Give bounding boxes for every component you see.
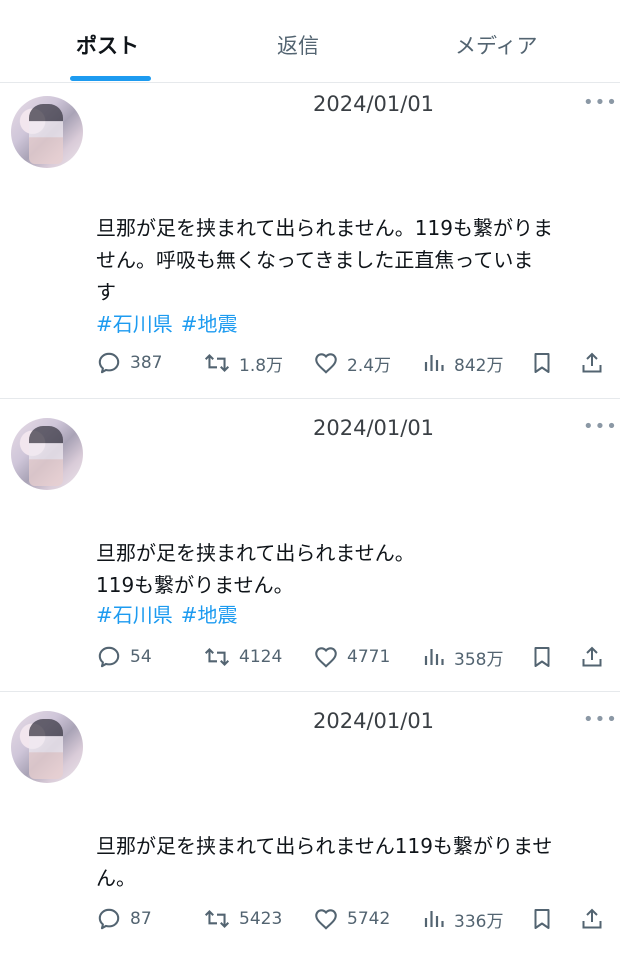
like-count: 5742 — [347, 909, 391, 929]
like-button[interactable]: 2.4万 — [313, 348, 391, 378]
views-button[interactable]: 336万 — [422, 904, 503, 934]
repost-button[interactable]: 4124 — [203, 642, 282, 672]
hashtag-link[interactable]: #地震 — [181, 603, 238, 627]
share-button[interactable] — [580, 348, 604, 378]
post-text-line: 119も繋がりません。 — [96, 573, 294, 597]
active-tab-indicator — [70, 76, 151, 81]
views-button[interactable]: 842万 — [422, 348, 503, 378]
more-icon[interactable]: ••• — [583, 416, 618, 437]
post-text-line: 旦那が足を挟まれて出られません。119も繋がりま — [96, 216, 553, 240]
post-text: 旦那が足を挟まれて出られません119も繋がりませ ん。 — [96, 830, 608, 894]
reply-button[interactable]: 54 — [96, 642, 152, 672]
more-icon[interactable]: ••• — [583, 709, 618, 730]
post-text-line: 旦那が足を挟まれて出られません119も繋がりませ — [96, 834, 553, 858]
like-count: 4771 — [347, 647, 391, 667]
repost-count: 4124 — [239, 647, 283, 667]
bookmark-button[interactable] — [530, 904, 554, 934]
views-icon — [424, 355, 444, 371]
avatar[interactable] — [11, 711, 83, 783]
post-date: 2024/01/01 — [313, 92, 435, 116]
post-text-line: 旦那が足を挟まれて出られません。 — [96, 541, 415, 565]
bookmark-icon — [534, 647, 550, 667]
hashtags: #石川県 #地震 — [96, 599, 246, 631]
hashtags: #石川県 #地震 — [96, 308, 246, 340]
post-text: 旦那が足を挟まれて出られません。 119も繋がりません。 — [96, 537, 608, 601]
post-date: 2024/01/01 — [313, 709, 435, 733]
like-icon — [315, 909, 337, 930]
like-icon — [315, 647, 337, 668]
post-actions: 87 5423 5742 336万 — [0, 904, 620, 934]
like-count: 2.4万 — [347, 355, 392, 376]
reply-button[interactable]: 87 — [96, 904, 152, 934]
reply-icon — [98, 908, 120, 930]
post-divider — [0, 398, 620, 399]
repost-icon — [204, 910, 230, 928]
share-button[interactable] — [580, 642, 604, 672]
repost-count: 5423 — [239, 909, 283, 929]
views-count: 358万 — [454, 649, 504, 670]
like-button[interactable]: 5742 — [313, 904, 390, 934]
reply-icon — [98, 646, 120, 668]
views-count: 842万 — [454, 355, 504, 376]
like-icon — [315, 353, 337, 374]
repost-button[interactable]: 1.8万 — [203, 348, 283, 378]
hashtag-link[interactable]: #石川県 — [96, 312, 173, 336]
views-button[interactable]: 358万 — [422, 642, 503, 672]
bookmark-button[interactable] — [530, 642, 554, 672]
post-text: 旦那が足を挟まれて出られません。119も繋がりま せん。呼吸も無くなってきました… — [96, 212, 608, 308]
share-button[interactable] — [580, 904, 604, 934]
repost-icon — [204, 354, 230, 372]
post-actions: 387 1.8万 2.4万 842万 — [0, 348, 620, 378]
repost-count: 1.8万 — [239, 355, 284, 376]
post-date: 2024/01/01 — [313, 416, 435, 440]
bookmark-icon — [534, 353, 550, 373]
post-actions: 54 4124 4771 358万 — [0, 642, 620, 672]
tab-replies[interactable]: 返信 — [277, 30, 319, 60]
profile-tabs: ポスト 返信 メディア — [0, 0, 620, 83]
reply-button[interactable]: 387 — [96, 348, 162, 378]
share-icon — [582, 352, 602, 373]
views-icon — [424, 649, 444, 665]
reply-count: 54 — [130, 647, 152, 667]
reply-count: 87 — [130, 909, 152, 929]
post-text-line: せん。呼吸も無くなってきました正直焦っていま — [96, 248, 534, 272]
reply-count: 387 — [130, 353, 163, 373]
hashtag-link[interactable]: #石川県 — [96, 603, 173, 627]
tab-media[interactable]: メディア — [455, 30, 538, 60]
avatar[interactable] — [11, 418, 83, 490]
hashtag-link[interactable]: #地震 — [181, 312, 238, 336]
more-icon[interactable]: ••• — [583, 92, 618, 113]
repost-button[interactable]: 5423 — [203, 904, 282, 934]
repost-icon — [204, 648, 230, 666]
reply-icon — [98, 352, 120, 374]
tab-posts[interactable]: ポスト — [76, 30, 139, 60]
views-icon — [424, 911, 444, 927]
share-icon — [582, 908, 602, 929]
views-count: 336万 — [454, 911, 504, 932]
post-text-line: ん。 — [96, 866, 136, 890]
post-text-line: す — [96, 280, 116, 304]
post-divider — [0, 691, 620, 692]
bookmark-button[interactable] — [530, 348, 554, 378]
avatar[interactable] — [11, 96, 83, 168]
bookmark-icon — [534, 909, 550, 929]
like-button[interactable]: 4771 — [313, 642, 390, 672]
share-icon — [582, 646, 602, 667]
